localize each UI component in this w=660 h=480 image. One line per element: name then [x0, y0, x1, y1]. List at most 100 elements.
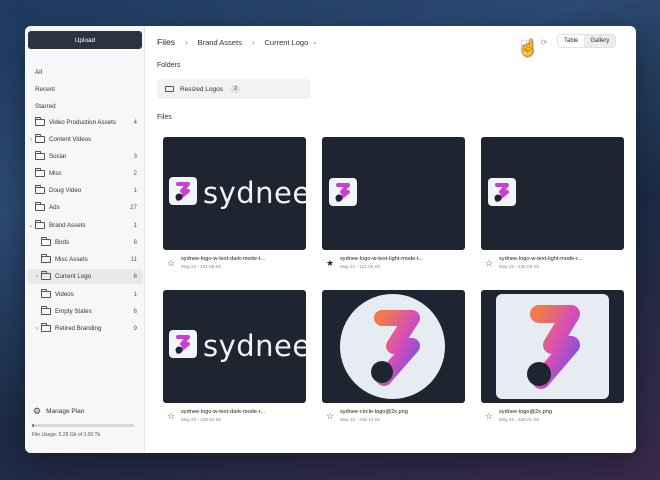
sidebar-item-video-production-assets[interactable]: Video Production Assets 4 [27, 115, 143, 130]
sidebar-item-count: 27 [130, 204, 137, 211]
app-window: Upload All Recent Starred Video Producti… [25, 26, 636, 453]
sidebar-item-count: 1 [133, 187, 137, 194]
file-tile[interactable]: ☆ sydnee-logo-w-text-light-mode-r... May… [481, 137, 624, 279]
folder-icon [165, 86, 174, 92]
folder-icon [35, 117, 45, 126]
chevron-down-icon[interactable]: ⌄ [27, 222, 35, 229]
sidebar: Upload All Recent Starred Video Producti… [25, 26, 145, 453]
breadcrumb-current-logo[interactable]: Current Logo [265, 38, 309, 47]
sidebar-item-birds[interactable]: Birds 8 [41, 235, 143, 250]
sydnee-logo-icon [169, 177, 197, 205]
sydnee-logo-icon [371, 310, 420, 386]
table-view-button[interactable]: Table [558, 35, 585, 47]
sidebar-item-social[interactable]: Social 3 [35, 149, 143, 164]
sidebar-item-retired-branding[interactable]: › Retired Branding 9 [27, 321, 143, 336]
sidebar-item-count: 11 [130, 256, 137, 263]
file-thumbnail[interactable]: sydnee [163, 137, 306, 250]
sidebar-item-count: 2 [133, 170, 137, 177]
breadcrumb-brand-assets[interactable]: Brand Assets [198, 38, 242, 47]
file-tile[interactable]: ★ sydnee-logo-w-text-light-mode-t... May… [322, 137, 465, 279]
usage-text: File Usage: 5.29 Gb of 3.00 Tb [32, 432, 101, 438]
gear-icon: ⚙ [33, 406, 42, 416]
file-name: sydnee-circle-logo@2x.png [340, 409, 408, 415]
star-icon[interactable]: ☆ [485, 258, 493, 269]
sidebar-item-misc-assets[interactable]: Misc Assets 11 [41, 252, 143, 267]
file-details: May 22 - 131.45 Kb [340, 264, 381, 269]
chevron-right-icon[interactable]: › [33, 326, 41, 332]
sidebar-item-doug-video[interactable]: Doug Video 1 [35, 183, 143, 198]
file-meta: ★ sydnee-logo-w-text-light-mode-t... May… [322, 255, 465, 279]
file-name: sydnee-logo-w-text-light-mode-t... [340, 256, 424, 262]
nav-all[interactable]: All [35, 69, 42, 76]
folder-card-resized-logos[interactable]: Resized Logos 2 [157, 79, 310, 99]
sidebar-item-label: Misc [49, 170, 62, 177]
folders-heading: Folders [157, 62, 181, 69]
file-thumbnail[interactable]: sydnee [163, 290, 306, 403]
nav-starred[interactable]: Starred [35, 103, 56, 110]
nav-recent[interactable]: Recent [35, 86, 55, 93]
sidebar-item-label: Videos [55, 291, 74, 298]
file-thumbnail[interactable] [322, 290, 465, 403]
breadcrumb: Files › Brand Assets › Current Logo ⌄ [157, 37, 317, 47]
chevron-right-icon: › [251, 37, 255, 47]
sidebar-item-label: Doug Video [49, 187, 82, 194]
folder-icon [41, 271, 51, 280]
sidebar-item-content-videos[interactable]: › Content Videos [27, 132, 143, 147]
sidebar-item-label: Content Videos [49, 136, 92, 143]
folder-icon [35, 202, 45, 211]
sidebar-item-label: Misc Assets [55, 256, 88, 263]
folder-icon [41, 306, 51, 315]
hand-cursor-icon: ☝ [518, 40, 538, 57]
sidebar-item-ads[interactable]: Ads 27 [35, 200, 143, 215]
upload-button[interactable]: Upload [28, 31, 142, 49]
sidebar-item-count: 8 [133, 239, 137, 246]
refresh-icon[interactable]: ⟳ [537, 36, 551, 48]
star-icon[interactable]: ☆ [167, 411, 175, 422]
file-details: May 22 - 329.01 Kb [499, 417, 540, 422]
breadcrumb-root[interactable]: Files [157, 37, 175, 47]
sidebar-item-label: Birds [55, 239, 70, 246]
file-details: May 22 - 348.10 Kb [340, 417, 381, 422]
sidebar-item-label: Current Logo [55, 273, 92, 280]
sidebar-item-label: Video Production Assets [49, 119, 116, 126]
sydnee-logo-icon [488, 178, 516, 206]
file-name: sydnee-logo-w-text-dark-mode-r... [181, 409, 265, 415]
file-thumbnail[interactable] [481, 137, 624, 250]
file-thumbnail[interactable] [481, 290, 624, 403]
files-heading: Files [157, 114, 172, 121]
sidebar-item-label: Ads [49, 204, 60, 211]
chevron-down-icon[interactable]: ⌄ [312, 39, 317, 46]
wordmark-text: sydnee [203, 176, 306, 210]
sidebar-item-count: 6 [133, 308, 137, 315]
sidebar-item-misc[interactable]: Misc 2 [35, 166, 143, 181]
chevron-right-icon[interactable]: › [27, 137, 35, 143]
chevron-right-icon[interactable]: › [33, 274, 41, 280]
sidebar-item-videos[interactable]: Videos 1 [41, 287, 143, 302]
folder-icon [35, 185, 45, 194]
star-icon[interactable]: ☆ [485, 411, 493, 422]
folder-icon [35, 168, 45, 177]
sydnee-logo-icon [527, 305, 580, 389]
star-icon[interactable]: ☆ [167, 258, 175, 269]
folder-icon [41, 237, 51, 246]
file-tile[interactable]: sydnee ☆ sydnee-logo-w-text-dark-mode-r.… [163, 290, 306, 432]
file-details: May 22 - 229.54 Kb [181, 417, 222, 422]
file-tile[interactable]: ☆ sydnee-circle-logo@2x.png May 22 - 348… [322, 290, 465, 432]
gallery-view-button[interactable]: Gallery [584, 35, 616, 47]
manage-plan-button[interactable]: ⚙ Manage Plan [33, 406, 84, 417]
sidebar-item-brand-assets[interactable]: ⌄ Brand Assets 1 [27, 218, 143, 233]
sidebar-item-count: 4 [133, 119, 137, 126]
sidebar-item-empty-states[interactable]: Empty States 6 [41, 304, 143, 319]
sydnee-logo-icon [169, 330, 197, 358]
file-tile[interactable]: sydnee ☆ sydnee-logo-w-text-dark-mode-t.… [163, 137, 306, 279]
sidebar-item-current-logo[interactable]: › Current Logo 6 [27, 269, 143, 284]
folder-card-count: 2 [231, 85, 241, 93]
star-filled-icon[interactable]: ★ [326, 258, 334, 269]
file-meta: ☆ sydnee-logo-w-text-dark-mode-t... May … [163, 255, 306, 279]
manage-plan-label: Manage Plan [46, 408, 85, 415]
folder-icon [41, 289, 51, 298]
main-content: Files › Brand Assets › Current Logo ⌄ ▢ … [145, 26, 636, 453]
file-thumbnail[interactable] [322, 137, 465, 250]
file-tile[interactable]: ☆ sydnee-logo@2x.png May 22 - 329.01 Kb [481, 290, 624, 432]
star-icon[interactable]: ☆ [326, 411, 334, 422]
